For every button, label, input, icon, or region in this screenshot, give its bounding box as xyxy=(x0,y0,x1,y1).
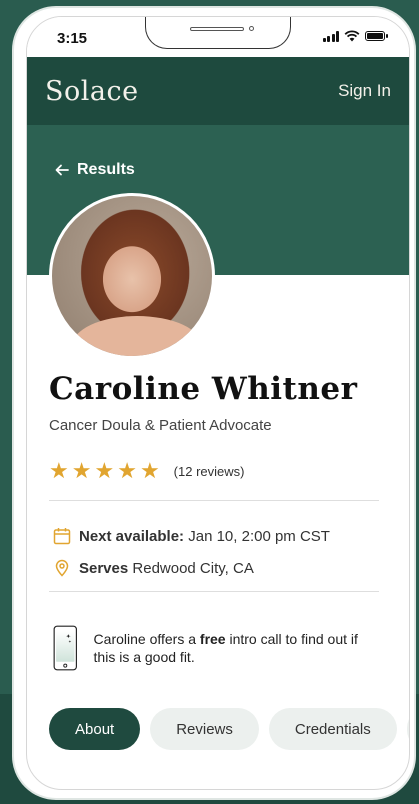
profile-hero: Results xyxy=(27,125,409,359)
back-label: Results xyxy=(77,161,135,178)
sign-in-link[interactable]: Sign In xyxy=(338,81,391,101)
location-pin-icon xyxy=(55,559,69,577)
star-icon: ★ xyxy=(71,458,92,483)
intro-call-callout: Caroline offers a free intro call to fin… xyxy=(49,592,387,678)
star-icon: ★ xyxy=(94,458,115,483)
wifi-icon xyxy=(344,30,360,42)
avatar xyxy=(49,193,215,359)
star-icon: ★ xyxy=(139,458,160,483)
profile-tabs: About Reviews Credentials xyxy=(49,708,409,750)
next-available-value: Jan 10, 2:00 pm CST xyxy=(188,527,330,545)
app-header: Solace Sign In xyxy=(27,57,409,125)
star-icon: ★ xyxy=(117,458,137,483)
arrow-left-icon xyxy=(55,164,69,176)
logo[interactable]: Solace xyxy=(45,76,139,107)
profile-name: Caroline Whitner xyxy=(49,371,358,407)
speaker-icon xyxy=(190,27,244,31)
tab-reviews[interactable]: Reviews xyxy=(150,708,259,750)
rating: ★ ★ ★ ★ ★ (12 reviews) xyxy=(49,460,387,482)
status-time: 3:15 xyxy=(57,30,88,47)
star-icon: ★ xyxy=(49,458,69,483)
next-available-row: Next available: Jan 10, 2:00 pm CST xyxy=(53,527,387,545)
availability-info: Next available: Jan 10, 2:00 pm CST Serv… xyxy=(49,501,387,591)
calendar-icon xyxy=(53,528,71,545)
phone-screen: 3:15 Solace Sign In Results Caroline Whi… xyxy=(26,16,410,790)
status-icons xyxy=(322,30,388,42)
back-to-results-link[interactable]: Results xyxy=(55,161,135,179)
tab-about[interactable]: About xyxy=(49,708,141,750)
star-rating: ★ ★ ★ ★ ★ xyxy=(49,460,160,482)
serves-value: Redwood City, CA xyxy=(132,559,254,577)
phone-frame: 3:15 Solace Sign In Results Caroline Whi… xyxy=(12,6,416,800)
tab-more[interactable] xyxy=(406,708,409,750)
phone-call-icon xyxy=(53,625,77,671)
serves-row: Serves Redwood City, CA xyxy=(53,559,387,577)
serves-label: Serves xyxy=(79,559,129,577)
profile-title: Cancer Doula & Patient Advocate xyxy=(49,417,272,434)
reviews-count[interactable]: (12 reviews) xyxy=(174,464,245,479)
status-bar: 3:15 xyxy=(27,17,409,57)
tab-credentials[interactable]: Credentials xyxy=(268,708,397,750)
next-available-label: Next available: xyxy=(79,527,185,545)
camera-icon xyxy=(249,26,254,31)
signal-icon xyxy=(322,30,339,42)
phone-notch xyxy=(145,17,291,49)
battery-icon xyxy=(365,31,388,41)
intro-call-text: Caroline offers a free intro call to fin… xyxy=(93,630,358,665)
